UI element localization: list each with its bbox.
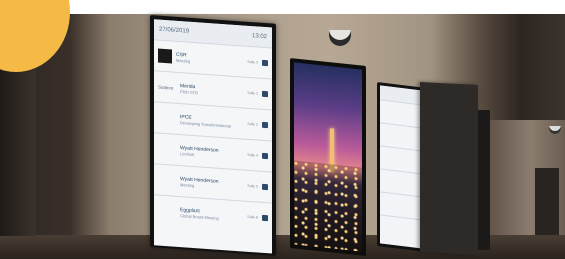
dark-wall-panel xyxy=(420,82,478,256)
city-lights xyxy=(294,160,362,252)
room-meta: Salle 6 xyxy=(247,214,258,220)
status-icon xyxy=(262,90,268,98)
display-screen xyxy=(380,85,420,249)
city-photo-display xyxy=(290,58,366,256)
company-logo-text xyxy=(158,149,176,150)
status-icon xyxy=(262,121,268,129)
status-icon xyxy=(262,59,268,67)
ceiling xyxy=(0,0,565,14)
photo-scene: 27/06/2019 13:02 CSR Meeting Salle 3 Sod… xyxy=(0,0,565,259)
doorway-frame xyxy=(478,110,490,250)
room-booking-display-left: 27/06/2019 13:02 CSR Meeting Salle 3 Sod… xyxy=(150,15,276,256)
room-meta: Salle 4 xyxy=(247,152,258,158)
display-time: 13:02 xyxy=(251,33,267,41)
status-icon xyxy=(262,152,268,160)
room-row xyxy=(380,214,420,243)
company-logo-text: Sodexo xyxy=(158,84,174,91)
display-screen: 27/06/2019 13:02 CSR Meeting Salle 3 Sod… xyxy=(154,19,272,254)
status-icon xyxy=(262,214,268,222)
display-date: 27/06/2019 xyxy=(159,26,190,35)
room-meta: Salle 5 xyxy=(247,183,258,189)
room-meta: Salle 1 xyxy=(247,90,258,96)
company-logo-text xyxy=(158,118,176,119)
city-night-photo xyxy=(294,62,362,252)
room-meta: Salle 2 xyxy=(247,121,258,127)
room-meta: Salle 3 xyxy=(247,59,258,65)
company-logo-text xyxy=(158,180,176,181)
status-icon xyxy=(262,183,268,191)
company-logo xyxy=(158,48,172,64)
company-logo-text xyxy=(158,211,176,212)
room-booking-display-right xyxy=(377,82,423,252)
